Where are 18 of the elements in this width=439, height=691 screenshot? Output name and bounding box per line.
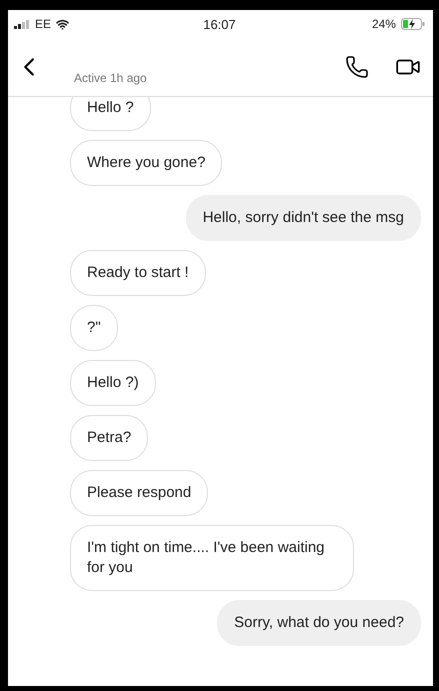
sent-message: Hello, sorry didn't see the msg — [186, 195, 421, 241]
phone-call-button[interactable] — [345, 55, 369, 79]
wifi-icon — [56, 18, 70, 30]
active-status: Active 1h ago — [74, 71, 147, 85]
received-message: Hello ? — [70, 97, 151, 131]
received-message: I'm tight on time.... I've been waiting for you — [70, 525, 354, 591]
sent-message: Sorry, what do you need? — [217, 600, 421, 646]
clock-time: 16:07 — [203, 16, 236, 32]
received-message: Petra? — [70, 415, 148, 461]
carrier-name: EE — [35, 17, 52, 31]
received-message: Please respond — [70, 470, 208, 516]
received-message: Ready to start ! — [70, 250, 206, 296]
battery-charging-icon — [400, 18, 425, 30]
received-message: Where you gone? — [70, 140, 222, 186]
battery-percentage: 24% — [372, 17, 396, 31]
received-message: Hello ?) — [70, 360, 156, 406]
signal-icon — [14, 20, 30, 28]
received-message: ?" — [70, 305, 118, 351]
